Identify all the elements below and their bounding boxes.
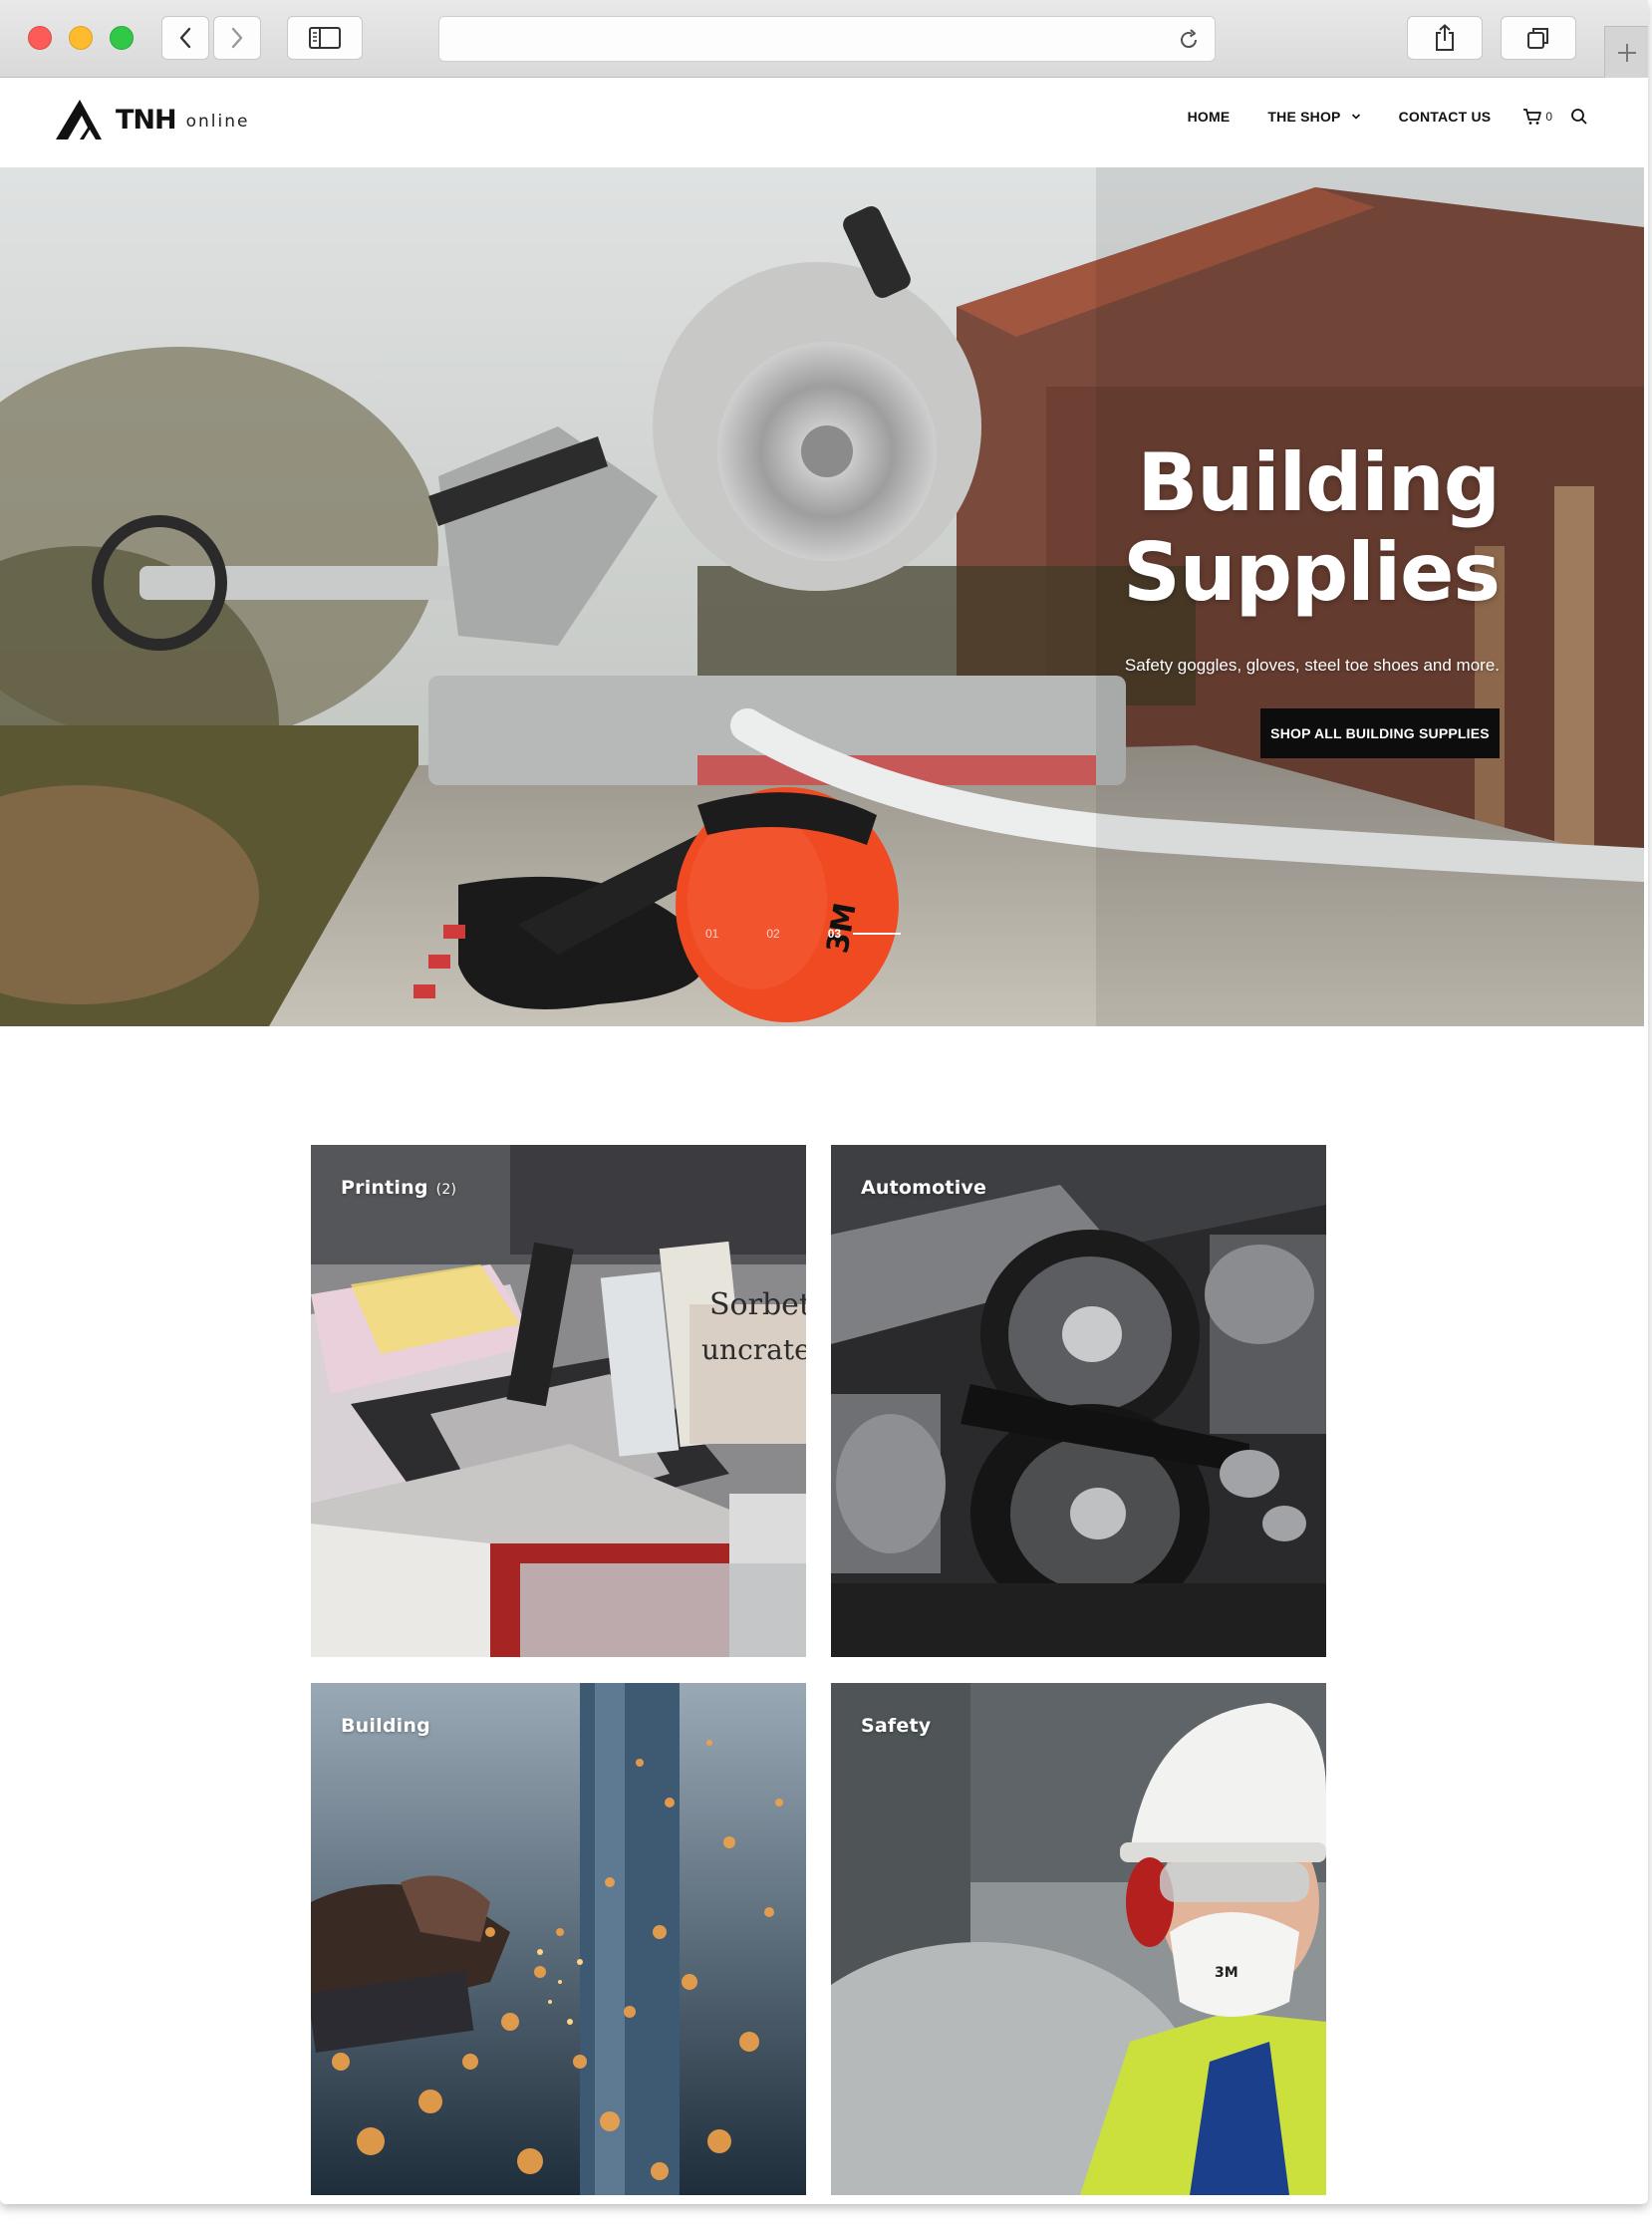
- reload-icon[interactable]: [1177, 28, 1201, 52]
- browser-window: TNH online HOME THE SHOP CONTACT US 0 3M…: [0, 0, 1648, 2204]
- new-tab-button[interactable]: [1604, 26, 1648, 78]
- hero-subtitle: Safety goggles, gloves, steel toe shoes …: [1124, 656, 1500, 675]
- category-label-automotive: Automotive: [861, 1177, 987, 1199]
- brand-name: TNH: [116, 104, 177, 136]
- category-tile-automotive[interactable]: Automotive: [831, 1145, 1326, 1657]
- search-button[interactable]: [1570, 108, 1588, 126]
- category-label-printing: Printing (2): [341, 1177, 456, 1199]
- cart-button[interactable]: 0: [1522, 108, 1552, 126]
- slide-indicator-1[interactable]: 01: [705, 927, 718, 941]
- mountain-logo-icon: [56, 100, 102, 140]
- site-logo[interactable]: TNH online: [54, 98, 249, 141]
- automotive-category-image: [831, 1145, 1326, 1657]
- plus-icon: [1617, 43, 1636, 62]
- category-tile-printing[interactable]: uncrate Sorbet Printing (2): [311, 1145, 806, 1657]
- chevron-right-icon: [231, 27, 243, 49]
- hero-title-line-2: Supplies: [1123, 526, 1501, 619]
- search-icon: [1571, 109, 1587, 125]
- site-header: TNH online HOME THE SHOP CONTACT US 0: [0, 78, 1648, 167]
- tabs-icon: [1527, 28, 1548, 49]
- shop-all-building-supplies-button[interactable]: SHOP ALL BUILDING SUPPLIES: [1260, 708, 1500, 758]
- main-navigation: HOME THE SHOP CONTACT US 0: [1150, 108, 1588, 126]
- sidebar-icon: [309, 27, 341, 49]
- cart-count: 0: [1545, 110, 1552, 124]
- slide-indicator-2[interactable]: 02: [766, 927, 779, 941]
- back-button[interactable]: [161, 16, 209, 60]
- nav-item-label: THE SHOP: [1267, 109, 1341, 125]
- share-icon: [1436, 24, 1454, 51]
- svg-text:uncrate: uncrate: [701, 1333, 806, 1366]
- brand-suffix: online: [185, 112, 250, 132]
- sidebar-toggle-button[interactable]: [287, 16, 363, 60]
- hero-title-line-1: Building: [1137, 436, 1501, 529]
- chevron-down-icon: [1351, 114, 1360, 120]
- svg-text:Sorbet: Sorbet: [709, 1287, 806, 1322]
- nav-item-label: HOME: [1187, 109, 1231, 125]
- nav-item-contact-us[interactable]: CONTACT US: [1399, 109, 1492, 125]
- safety-category-image: 3M: [831, 1683, 1326, 2195]
- slide-indicator-3[interactable]: 03: [828, 927, 841, 941]
- forward-button[interactable]: [213, 16, 261, 60]
- slider-pagination: 01 02 03: [705, 927, 902, 941]
- address-bar[interactable]: [438, 16, 1216, 62]
- category-tile-safety[interactable]: 3M Safety: [831, 1683, 1326, 2195]
- close-window-button[interactable]: [28, 26, 52, 50]
- category-tile-building[interactable]: Building: [311, 1683, 806, 2195]
- category-label-safety: Safety: [861, 1715, 932, 1737]
- nav-item-home[interactable]: HOME: [1188, 109, 1231, 125]
- active-slide-progress-bar: [853, 933, 902, 935]
- building-category-image: [311, 1683, 806, 2195]
- hero-title: Building Supplies: [1123, 436, 1501, 619]
- minimize-window-button[interactable]: [69, 26, 93, 50]
- chevron-left-icon: [179, 27, 191, 49]
- cart-icon: [1523, 109, 1542, 125]
- nav-item-the-shop[interactable]: THE SHOP: [1267, 109, 1360, 125]
- hero-slider: 3M Building Supplies Safety goggles, glo…: [0, 167, 1644, 1026]
- share-button[interactable]: [1407, 16, 1483, 60]
- maximize-window-button[interactable]: [110, 26, 134, 50]
- nav-item-label: CONTACT US: [1398, 109, 1492, 125]
- category-count: (2): [435, 1182, 457, 1198]
- browser-toolbar: [0, 0, 1648, 78]
- tabs-overview-button[interactable]: [1501, 16, 1576, 60]
- category-name: Printing: [341, 1177, 428, 1199]
- category-label-building: Building: [341, 1715, 430, 1737]
- svg-text:3M: 3M: [1215, 1965, 1239, 1981]
- printing-category-image: uncrate Sorbet: [311, 1145, 806, 1657]
